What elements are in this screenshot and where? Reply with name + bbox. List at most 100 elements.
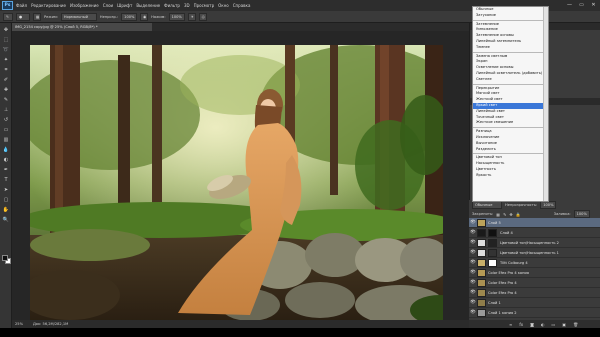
type-tool-icon[interactable]: T [2, 176, 10, 183]
eye-icon[interactable]: 👁 [469, 238, 477, 248]
brush-preset-picker[interactable]: ● [16, 12, 30, 21]
layer-name[interactable]: Color Efex Pro 4 [488, 281, 517, 285]
pressure-size-icon[interactable]: ◎ [198, 12, 207, 21]
dodge-tool-icon[interactable]: ◐ [2, 156, 10, 163]
foreground-color-swatch[interactable] [2, 255, 8, 261]
layer-name[interactable]: Tiltt Colbourg 4 [500, 261, 528, 265]
blend-option[interactable]: Линейный осветлитель (добавить) [473, 71, 548, 77]
blend-option[interactable]: Жесткое смешение [473, 120, 548, 126]
layer-row[interactable]: 👁 Color Efex Pro 4 [469, 278, 600, 288]
blur-tool-icon[interactable]: 💧 [2, 146, 10, 153]
maximize-button[interactable]: ▭ [577, 1, 586, 9]
lasso-tool-icon[interactable]: ➰ [2, 46, 10, 53]
blend-mode-dropdown[interactable]: Обычные Затухание Затемнение Умножение З… [472, 6, 549, 202]
trash-icon[interactable]: 🗑 [573, 322, 578, 327]
folder-icon[interactable]: ▭ [552, 322, 556, 327]
layer-row[interactable]: 👁 Слой 1 копия 2 [469, 308, 600, 318]
layer-row[interactable]: 👁 Tiltt Colbourg 4 [469, 258, 600, 268]
dropdown-scrollbar[interactable] [543, 7, 548, 201]
layer-row[interactable]: 👁 Слой 1 [469, 298, 600, 308]
layer-opacity-input[interactable]: 100% [540, 201, 557, 209]
marquee-tool-icon[interactable]: ⬚ [2, 36, 10, 43]
minimize-button[interactable]: — [565, 1, 574, 9]
layer-name[interactable]: Слой 1 [488, 301, 501, 305]
layer-mask-thumbnail[interactable] [488, 258, 497, 267]
eye-icon[interactable]: 👁 [469, 248, 477, 258]
new-layer-icon[interactable]: ▣ [562, 322, 566, 327]
layer-row[interactable]: 👁 Цветовой тон/Насыщенность 1 [469, 248, 600, 258]
opacity-input[interactable]: 100% [121, 12, 138, 21]
quick-select-tool-icon[interactable]: ✦ [2, 56, 10, 63]
layer-name[interactable]: Color Efex Pro 4 копия [488, 271, 529, 275]
zoom-level[interactable]: 25% [15, 322, 23, 326]
menu-edit[interactable]: Редактирование [31, 3, 66, 8]
eye-icon[interactable]: 👁 [469, 228, 477, 238]
link-icon[interactable]: ∞ [509, 322, 512, 327]
blend-option[interactable]: Разделить [473, 147, 548, 153]
mask-icon[interactable]: ◙ [530, 322, 534, 327]
menu-file[interactable]: Файл [16, 3, 27, 8]
layer-name[interactable]: Color Efex Pro 4 [488, 291, 517, 295]
menu-help[interactable]: Справка [233, 3, 251, 8]
eye-icon[interactable]: 👁 [469, 218, 477, 228]
menu-filter[interactable]: Фильтр [164, 3, 180, 8]
lock-all-icon[interactable]: 🔒 [516, 212, 521, 217]
layer-name[interactable]: Слой 1 копия 2 [488, 311, 517, 315]
airbrush-icon[interactable]: ✈ [187, 12, 196, 21]
lock-position-icon[interactable]: ✥ [509, 212, 512, 217]
close-button[interactable]: ✕ [589, 1, 598, 9]
brush-tool-icon[interactable]: ✎ [3, 12, 13, 21]
blend-option[interactable]: Затухание [473, 13, 548, 19]
layer-row[interactable]: 👁 Слой 4 [469, 228, 600, 238]
brush-panel-toggle-icon[interactable]: ▦ [33, 12, 41, 21]
layer-row[interactable]: 👁 Цветовой тон/Насыщенность 2 [469, 238, 600, 248]
canvas-area[interactable] [12, 31, 469, 321]
menu-layers[interactable]: Слои [103, 3, 113, 8]
layer-mask-thumbnail[interactable] [488, 228, 497, 237]
layer-mask-thumbnail[interactable] [488, 248, 497, 257]
eye-icon[interactable]: 👁 [469, 258, 477, 268]
eye-icon[interactable]: 👁 [469, 268, 477, 278]
layer-row[interactable]: 👁 Color Efex Pro 4 копия [469, 268, 600, 278]
mode-select[interactable]: Нормальный [60, 12, 97, 21]
zoom-tool-icon[interactable]: 🔍 [2, 216, 10, 223]
menu-view[interactable]: Просмотр [194, 3, 215, 8]
shape-tool-icon[interactable]: ▢ [2, 196, 10, 203]
fill-input[interactable]: 100% [573, 210, 590, 218]
blend-option[interactable]: Светлее [473, 77, 548, 83]
menu-window[interactable]: Окно [218, 3, 229, 8]
gradient-tool-icon[interactable]: ▥ [2, 136, 10, 143]
menu-type[interactable]: Шрифт [117, 3, 132, 8]
layer-row[interactable]: 👁 Слой 5 [469, 218, 600, 228]
path-select-tool-icon[interactable]: ➤ [2, 186, 10, 193]
brush-tool-icon[interactable]: ✎ [2, 96, 10, 103]
photo-canvas[interactable] [30, 45, 443, 321]
flow-input[interactable]: 100% [168, 12, 185, 21]
eye-icon[interactable]: 👁 [469, 308, 477, 318]
eye-icon[interactable]: 👁 [469, 298, 477, 308]
blend-option[interactable]: Темнее [473, 45, 548, 51]
eye-icon[interactable]: 👁 [469, 288, 477, 298]
move-tool-icon[interactable]: ✥ [2, 26, 10, 33]
layer-name[interactable]: Слой 4 [500, 231, 513, 235]
blend-option[interactable]: Яркость [473, 173, 548, 179]
lock-transparent-icon[interactable]: ▦ [496, 212, 500, 217]
pen-tool-icon[interactable]: ✒ [2, 166, 10, 173]
eye-icon[interactable]: 👁 [469, 278, 477, 288]
fx-icon[interactable]: fx [519, 322, 523, 327]
eraser-tool-icon[interactable]: ▭ [2, 126, 10, 133]
clone-stamp-tool-icon[interactable]: ⊥ [2, 106, 10, 113]
adjustment-icon[interactable]: ◐ [541, 322, 545, 327]
layer-name[interactable]: Цветовой тон/Насыщенность 2 [500, 241, 559, 245]
hand-tool-icon[interactable]: ✋ [2, 206, 10, 213]
lock-paint-icon[interactable]: ✎ [503, 212, 506, 217]
layer-name[interactable]: Цветовой тон/Насыщенность 1 [500, 251, 559, 255]
crop-tool-icon[interactable]: ⌗ [2, 66, 10, 73]
layer-row[interactable]: 👁 Color Efex Pro 4 [469, 288, 600, 298]
document-tab[interactable]: IMG_2154 copy.jpg @ 25% (Слой 5, RGB/8*)… [12, 23, 152, 31]
blend-mode-select[interactable]: Обычные [472, 201, 502, 209]
history-brush-tool-icon[interactable]: ↺ [2, 116, 10, 123]
menu-3d[interactable]: 3D [184, 3, 190, 8]
layer-mask-thumbnail[interactable] [488, 238, 497, 247]
pressure-opacity-icon[interactable]: ◉ [140, 12, 149, 21]
